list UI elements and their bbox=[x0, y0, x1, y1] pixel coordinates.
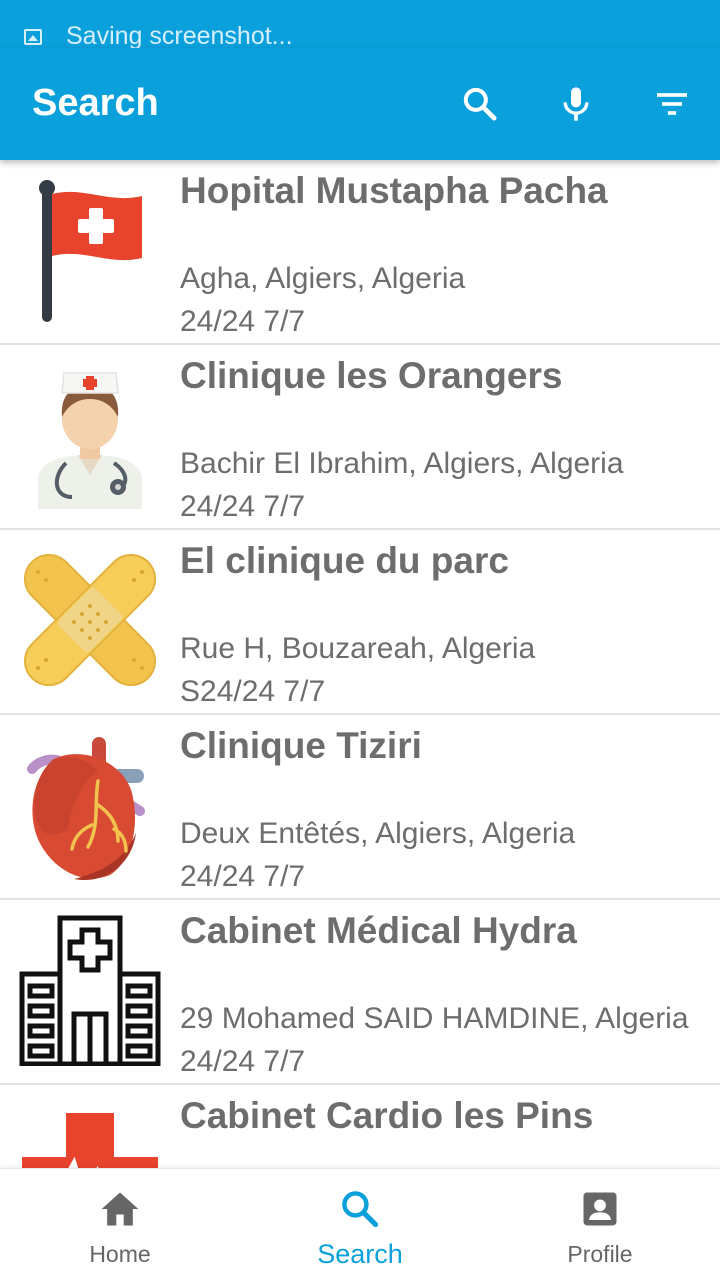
heart-icon bbox=[27, 737, 145, 881]
filter-button[interactable] bbox=[646, 78, 698, 130]
voice-search-button[interactable] bbox=[550, 78, 602, 130]
result-address: 29 Mohamed SAID HAMDINE, Algeria bbox=[180, 1002, 689, 1035]
status-bar: Saving screenshot... bbox=[0, 0, 720, 48]
bottom-navigation: Home Search Profile bbox=[0, 1168, 720, 1281]
nav-profile-label: Profile bbox=[567, 1241, 633, 1267]
result-hours: 24/24 7/7 bbox=[180, 305, 306, 338]
notification-text: Saving screenshot... bbox=[66, 22, 293, 48]
nurse-icon bbox=[38, 372, 142, 509]
bandage-icon bbox=[23, 553, 157, 687]
profile-icon bbox=[583, 1192, 617, 1226]
medical-cross-icon bbox=[22, 1113, 158, 1168]
result-address: Agha, Algiers, Algeria bbox=[180, 262, 466, 295]
search-icon bbox=[342, 1191, 379, 1228]
nav-profile[interactable]: Profile bbox=[480, 1169, 720, 1281]
list-item[interactable]: Clinique Tiziri Deux Entêtés, Algiers, A… bbox=[0, 715, 720, 900]
home-icon bbox=[101, 1192, 139, 1226]
result-hours: S24/24 7/7 bbox=[180, 675, 326, 708]
result-hours: 24/24 7/7 bbox=[180, 860, 306, 893]
nav-search[interactable]: Search bbox=[240, 1169, 480, 1281]
results-list: Hopital Mustapha Pacha Agha, Algiers, Al… bbox=[0, 160, 720, 1168]
search-icon bbox=[463, 87, 497, 121]
result-name: El clinique du parc bbox=[180, 540, 509, 581]
result-name: Hopital Mustapha Pacha bbox=[180, 170, 608, 211]
list-item[interactable]: El clinique du parc Rue H, Bouzareah, Al… bbox=[0, 530, 720, 715]
list-item[interactable]: Cabinet Médical Hydra 29 Mohamed SAID HA… bbox=[0, 900, 720, 1085]
nav-search-label: Search bbox=[317, 1239, 403, 1269]
result-name: Clinique Tiziri bbox=[180, 725, 422, 766]
list-item[interactable]: Clinique les Orangers Bachir El Ibrahim,… bbox=[0, 345, 720, 530]
nav-home-label: Home bbox=[89, 1241, 151, 1267]
filter-icon bbox=[657, 93, 687, 115]
result-name: Cabinet Cardio les Pins bbox=[180, 1095, 594, 1136]
nav-home[interactable]: Home bbox=[0, 1169, 240, 1281]
screenshot-notification: Saving screenshot... bbox=[24, 22, 293, 48]
image-icon bbox=[24, 28, 42, 45]
list-item[interactable]: Cabinet Cardio les Pins bbox=[0, 1085, 720, 1168]
result-hours: 24/24 7/7 bbox=[180, 490, 306, 523]
page-title: Search bbox=[32, 82, 159, 124]
app-bar: Search bbox=[0, 48, 720, 160]
result-name: Cabinet Médical Hydra bbox=[180, 910, 577, 951]
result-address: Deux Entêtés, Algiers, Algeria bbox=[180, 817, 576, 850]
result-address: Rue H, Bouzareah, Algeria bbox=[180, 632, 536, 665]
hospital-building-icon bbox=[19, 915, 161, 1066]
result-hours: 24/24 7/7 bbox=[180, 1045, 306, 1078]
microphone-icon bbox=[563, 87, 589, 121]
hospital-flag-icon bbox=[39, 180, 142, 322]
result-name: Clinique les Orangers bbox=[180, 355, 563, 396]
search-button[interactable] bbox=[454, 78, 506, 130]
list-item[interactable]: Hopital Mustapha Pacha Agha, Algiers, Al… bbox=[0, 160, 720, 345]
result-address: Bachir El Ibrahim, Algiers, Algeria bbox=[180, 447, 624, 480]
